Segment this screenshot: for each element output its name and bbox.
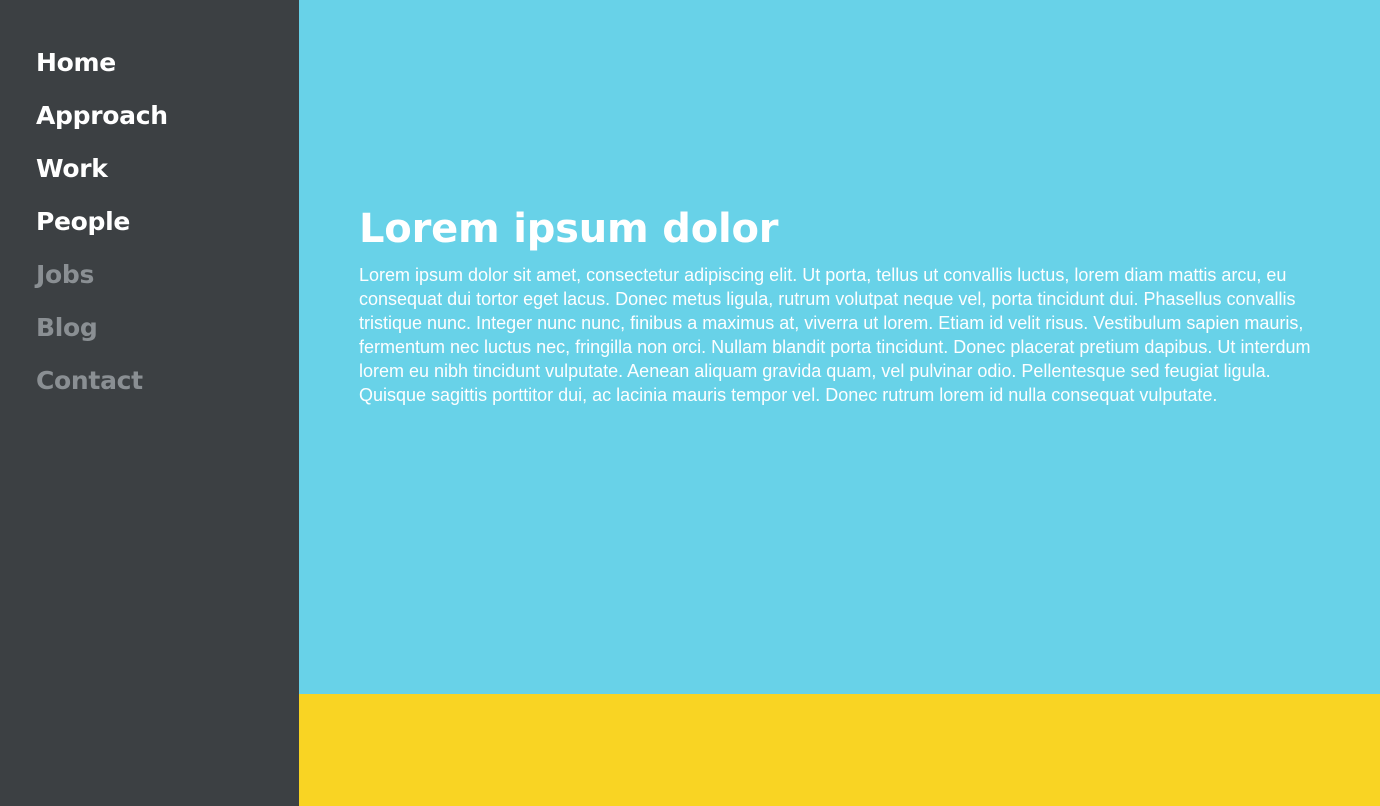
sidebar-item-blog[interactable]: Blog	[0, 301, 299, 354]
sidebar-item-approach[interactable]: Approach	[0, 89, 299, 142]
page-root: Home Approach Work People Jobs Blog Cont…	[0, 0, 1380, 806]
sidebar-item-people[interactable]: People	[0, 195, 299, 248]
hero-text-block: Lorem ipsum dolor Lorem ipsum dolor sit …	[359, 205, 1321, 407]
sidebar-item-jobs[interactable]: Jobs	[0, 248, 299, 301]
footer-accent-band	[299, 694, 1380, 806]
page-title: Lorem ipsum dolor	[359, 206, 779, 252]
hero-panel: Lorem ipsum dolor Lorem ipsum dolor sit …	[299, 0, 1380, 694]
sidebar: Home Approach Work People Jobs Blog Cont…	[0, 0, 299, 806]
sidebar-item-work[interactable]: Work	[0, 142, 299, 195]
sidebar-nav-list: Home Approach Work People Jobs Blog Cont…	[0, 36, 299, 407]
sidebar-item-contact[interactable]: Contact	[0, 354, 299, 407]
sidebar-item-home[interactable]: Home	[0, 36, 299, 89]
hero-paragraph: Lorem ipsum dolor sit amet, consectetur …	[359, 265, 1311, 405]
main-content: Lorem ipsum dolor Lorem ipsum dolor sit …	[299, 0, 1380, 806]
